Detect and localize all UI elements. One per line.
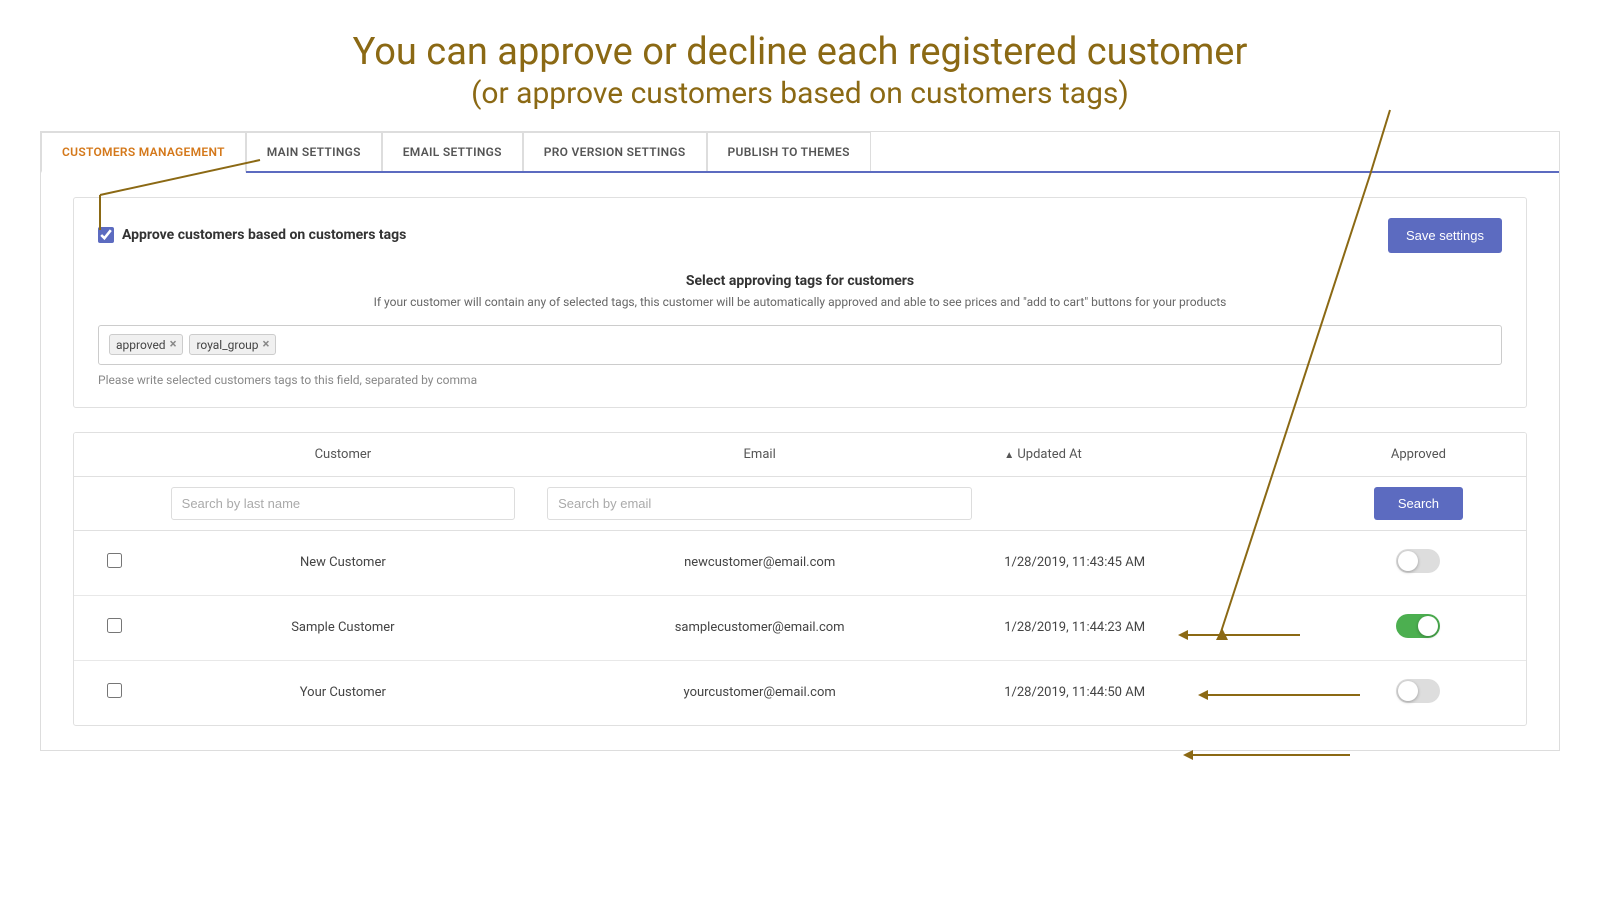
row2-approved-cell	[1311, 595, 1526, 660]
col-header-customer: Customer	[155, 433, 531, 477]
tab-pro-version-settings[interactable]: PRO VERSION SETTINGS	[523, 132, 707, 171]
col-header-updated-at[interactable]: ▲ Updated At	[988, 433, 1311, 477]
col-header-checkbox	[74, 433, 155, 477]
row3-checkbox-cell	[74, 660, 155, 725]
row2-toggle[interactable]	[1396, 614, 1440, 638]
table: Customer Email ▲ Updated At Approved	[74, 433, 1526, 725]
row2-checkbox-cell	[74, 595, 155, 660]
approve-section: Approve customers based on customers tag…	[73, 197, 1527, 408]
row3-updated-at: 1/28/2019, 11:44:50 AM	[988, 660, 1311, 725]
row3-email: yourcustomer@email.com	[531, 660, 988, 725]
row2-email: samplecustomer@email.com	[531, 595, 988, 660]
row1-customer: New Customer	[155, 530, 531, 595]
search-lastname-input[interactable]	[171, 487, 515, 520]
row3-toggle[interactable]	[1396, 679, 1440, 703]
tab-customers-management[interactable]: CUSTOMERS MANAGEMENT	[41, 132, 246, 173]
row1-checkbox-cell	[74, 530, 155, 595]
header-section: You can approve or decline each register…	[0, 0, 1600, 131]
search-email-input[interactable]	[547, 487, 972, 520]
tags-input-container[interactable]: approved × royal_group ×	[98, 325, 1502, 365]
approve-checkbox-row: Approve customers based on customers tag…	[98, 227, 406, 243]
row3-checkbox[interactable]	[107, 683, 122, 698]
search-row: Search	[74, 476, 1526, 530]
customers-table: Customer Email ▲ Updated At Approved	[73, 432, 1527, 726]
search-checkbox-cell	[74, 476, 155, 530]
table-row: Your Customer yourcustomer@email.com 1/2…	[74, 660, 1526, 725]
row2-updated-at: 1/28/2019, 11:44:23 AM	[988, 595, 1311, 660]
tabs-bar: CUSTOMERS MANAGEMENT MAIN SETTINGS EMAIL…	[41, 132, 1559, 173]
row1-email: newcustomer@email.com	[531, 530, 988, 595]
row1-updated-at: 1/28/2019, 11:43:45 AM	[988, 530, 1311, 595]
header-title-line1: You can approve or decline each register…	[100, 30, 1500, 76]
tag-approved: approved ×	[109, 334, 183, 355]
search-button[interactable]: Search	[1374, 487, 1463, 520]
tag-royal-group-remove[interactable]: ×	[263, 337, 270, 352]
tag-royal-group: royal_group ×	[189, 334, 276, 355]
row2-customer: Sample Customer	[155, 595, 531, 660]
row1-checkbox[interactable]	[107, 553, 122, 568]
search-email-cell	[531, 476, 988, 530]
search-button-cell: Search	[1311, 476, 1526, 530]
tags-section: Select approving tags for customers If y…	[98, 273, 1502, 309]
tab-email-settings[interactable]: EMAIL SETTINGS	[382, 132, 523, 171]
tags-title: Select approving tags for customers	[98, 273, 1502, 289]
save-settings-button[interactable]: Save settings	[1388, 218, 1502, 253]
row3-approved-cell	[1311, 660, 1526, 725]
approve-label: Approve customers based on customers tag…	[122, 227, 406, 243]
table-row: Sample Customer samplecustomer@email.com…	[74, 595, 1526, 660]
row1-toggle[interactable]	[1396, 549, 1440, 573]
tag-approved-remove[interactable]: ×	[170, 337, 177, 352]
search-updated-cell	[988, 476, 1311, 530]
row2-checkbox[interactable]	[107, 618, 122, 633]
header-title-line2: (or approve customers based on customers…	[100, 76, 1500, 111]
row3-customer: Your Customer	[155, 660, 531, 725]
content-area: Approve customers based on customers tag…	[41, 173, 1559, 750]
table-header-row: Customer Email ▲ Updated At Approved	[74, 433, 1526, 477]
col-header-approved: Approved	[1311, 433, 1526, 477]
tags-hint: Please write selected customers tags to …	[98, 373, 1502, 387]
main-panel: CUSTOMERS MANAGEMENT MAIN SETTINGS EMAIL…	[40, 131, 1560, 751]
approve-checkbox[interactable]	[98, 227, 114, 243]
sort-arrow-up: ▲	[1004, 450, 1014, 461]
table-row: New Customer newcustomer@email.com 1/28/…	[74, 530, 1526, 595]
row1-approved-cell	[1311, 530, 1526, 595]
col-header-email: Email	[531, 433, 988, 477]
search-lastname-cell	[155, 476, 531, 530]
approve-header: Approve customers based on customers tag…	[98, 218, 1502, 253]
tags-description: If your customer will contain any of sel…	[98, 295, 1502, 309]
tab-publish-to-themes[interactable]: PUBLISH TO THEMES	[707, 132, 871, 171]
tab-main-settings[interactable]: MAIN SETTINGS	[246, 132, 382, 171]
